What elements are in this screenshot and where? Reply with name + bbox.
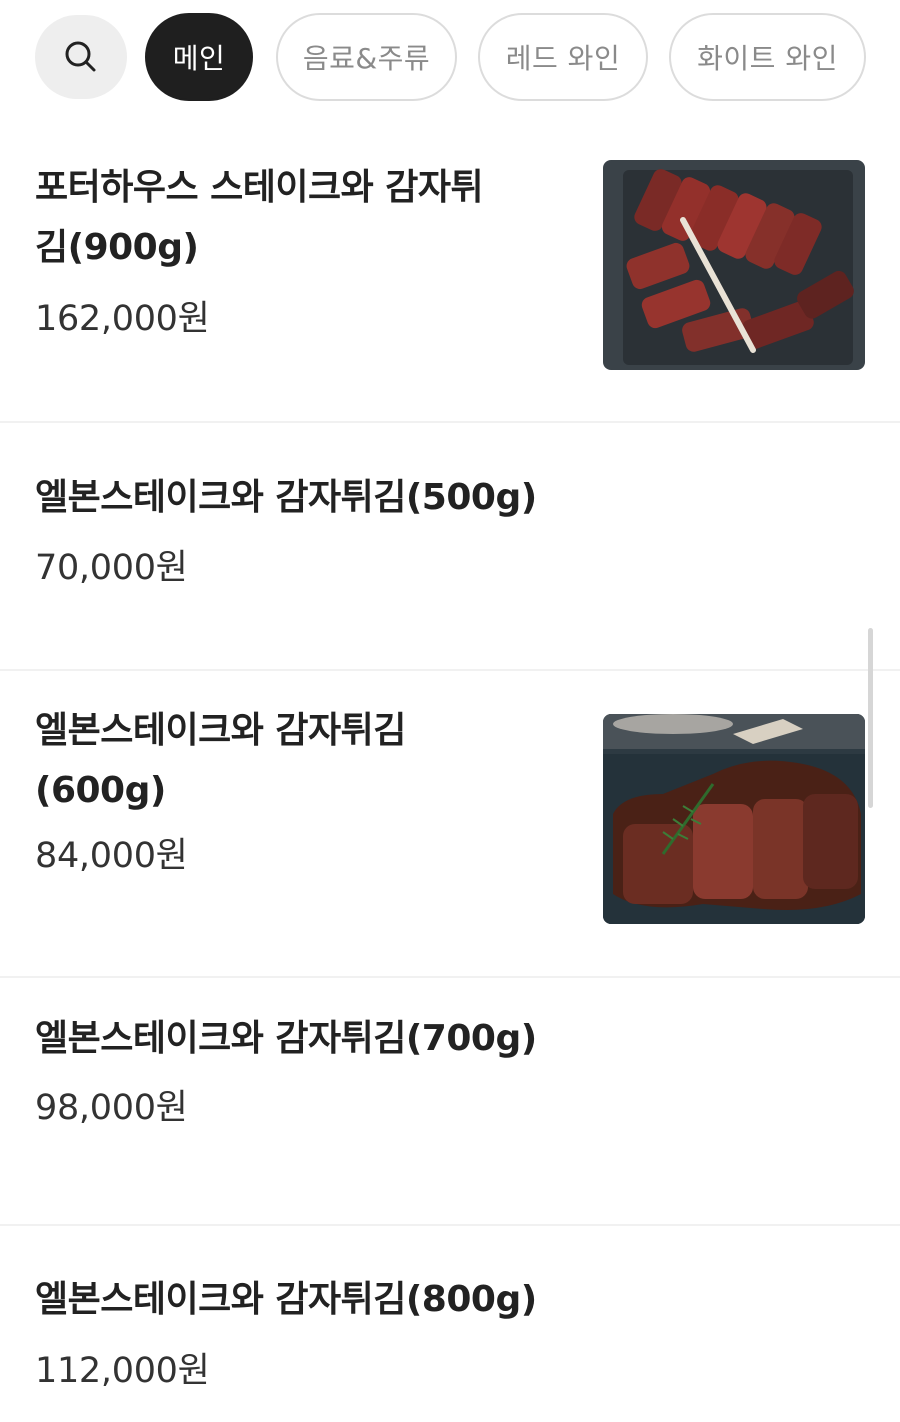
tab-red-wine[interactable]: 레드 와인	[478, 13, 648, 101]
menu-item[interactable]: 포터하우스 스테이크와 감자튀김(900g) 162,000원	[0, 112, 900, 423]
tab-white-wine[interactable]: 화이트 와인	[669, 13, 866, 101]
menu-item[interactable]: 엘본스테이크와 감자튀김(500g) 70,000원	[0, 423, 900, 671]
menu-item-name: 엘본스테이크와 감자튀김(500g)	[35, 477, 537, 518]
tab-main[interactable]: 메인	[145, 13, 253, 101]
porterhouse-steak-photo	[603, 160, 865, 370]
menu-item-price: 70,000원	[35, 548, 188, 588]
menu-item[interactable]: 엘본스테이크와 감자튀김(800g) 112,000원	[0, 1226, 900, 1422]
menu-item-price: 162,000원	[35, 299, 210, 339]
menu-item-name: 엘본스테이크와 감자튀김(800g)	[35, 1279, 537, 1320]
menu-item-price: 112,000원	[35, 1351, 210, 1391]
category-bar: 메인 음료&주류 레드 와인 화이트 와인	[0, 0, 900, 112]
menu-item-name: 엘본스테이크와 감자튀김(600g)	[35, 710, 406, 811]
menu-item[interactable]: 엘본스테이크와 감자튀김(700g) 98,000원	[0, 978, 900, 1226]
menu-item-price: 98,000원	[35, 1088, 188, 1128]
search-icon	[65, 41, 96, 72]
scrollbar-thumb[interactable]	[868, 628, 873, 808]
l-bone-steak-photo	[603, 714, 865, 924]
menu-page: 메인 음료&주류 레드 와인 화이트 와인 포터하우스 스테이크와 감자튀김(9…	[0, 0, 900, 1422]
menu-item-price: 84,000원	[35, 836, 188, 876]
search-button[interactable]	[35, 15, 127, 99]
menu-list: 포터하우스 스테이크와 감자튀김(900g) 162,000원 엘본스테이크와 …	[0, 112, 900, 1422]
menu-item-name: 엘본스테이크와 감자튀김(700g)	[35, 1018, 537, 1059]
menu-item[interactable]: 엘본스테이크와 감자튀김(600g) 84,000원	[0, 671, 900, 978]
menu-item-name: 포터하우스 스테이크와 감자튀김(900g)	[35, 167, 484, 268]
tab-drinks-liquor[interactable]: 음료&주류	[276, 13, 457, 101]
